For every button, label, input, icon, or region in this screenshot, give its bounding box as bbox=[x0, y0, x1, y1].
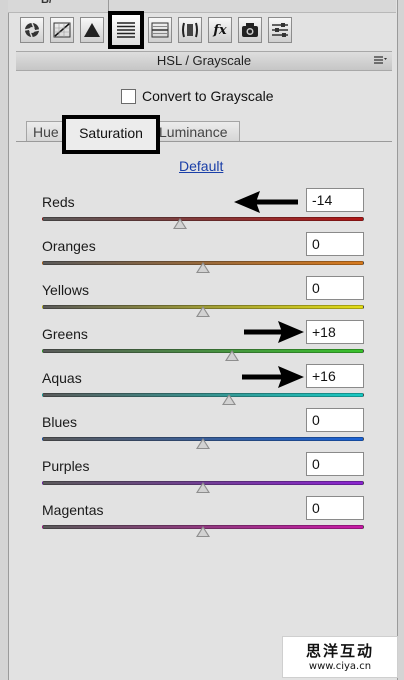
slider-label: Blues bbox=[42, 414, 78, 430]
slider-value-field[interactable]: 0 bbox=[306, 496, 364, 520]
tab-luminance[interactable]: Luminance bbox=[152, 121, 240, 141]
slider-thumb[interactable] bbox=[224, 350, 239, 361]
slider-label: Reds bbox=[42, 194, 75, 210]
slider-thumb[interactable] bbox=[196, 526, 210, 537]
slider-value-field[interactable]: -14 bbox=[306, 188, 364, 212]
hsl-bars-icon[interactable] bbox=[108, 11, 144, 49]
panel-header: HSL / Grayscale bbox=[16, 51, 392, 71]
slider-thumb[interactable] bbox=[196, 482, 210, 493]
slider-thumb[interactable] bbox=[196, 306, 210, 317]
slider-track[interactable] bbox=[42, 349, 364, 353]
tab-saturation[interactable]: Saturation bbox=[62, 115, 160, 154]
slider-value-field[interactable]: +18 bbox=[306, 320, 364, 344]
slider-label: Magentas bbox=[42, 502, 104, 518]
default-link[interactable]: Default bbox=[179, 158, 223, 174]
top-strip: B/ bbox=[8, 0, 396, 13]
watermark-url: www.ciya.cn bbox=[308, 661, 372, 672]
convert-grayscale-label: Convert to Grayscale bbox=[142, 88, 274, 104]
slider-row-magentas: Magentas 0 bbox=[42, 496, 366, 546]
panel-title: HSL / Grayscale bbox=[156, 53, 252, 68]
slider-value-field[interactable]: +16 bbox=[306, 364, 364, 388]
convert-grayscale-checkbox[interactable] bbox=[121, 88, 136, 104]
tab-luminance-label: Luminance bbox=[159, 124, 228, 140]
slider-thumb[interactable] bbox=[173, 218, 188, 229]
aperture-icon[interactable] bbox=[20, 17, 44, 43]
slider-label: Yellows bbox=[42, 282, 89, 298]
slider-value-field[interactable]: 0 bbox=[306, 232, 364, 256]
presets-sliders-icon[interactable] bbox=[268, 17, 292, 43]
lens-corrections-icon[interactable] bbox=[178, 17, 202, 43]
top-fragment-text: B/ bbox=[41, 0, 52, 6]
site-watermark: 思洋互动 www.ciya.cn bbox=[282, 636, 398, 678]
tone-curve-icon[interactable] bbox=[50, 17, 74, 43]
slider-label: Greens bbox=[42, 326, 88, 342]
panel-menu-icon[interactable] bbox=[374, 53, 388, 71]
slider-value-field[interactable]: 0 bbox=[306, 452, 364, 476]
tab-hue-label: Hue bbox=[33, 124, 59, 140]
annotation-arrow-right-icon bbox=[242, 366, 304, 388]
slider-label: Aquas bbox=[42, 370, 82, 386]
panel-toolbar: fx bbox=[16, 11, 392, 49]
convert-grayscale-option[interactable]: Convert to Grayscale bbox=[121, 88, 274, 104]
detail-triangle-icon[interactable] bbox=[80, 17, 104, 43]
slider-thumb[interactable] bbox=[221, 394, 236, 405]
slider-track[interactable] bbox=[42, 393, 364, 397]
slider-label: Purples bbox=[42, 458, 90, 474]
slider-thumb[interactable] bbox=[196, 262, 210, 273]
split-toning-icon[interactable] bbox=[148, 17, 172, 43]
annotation-arrow-right-icon bbox=[244, 321, 304, 343]
watermark-title: 思洋互动 bbox=[305, 642, 374, 660]
slider-thumb[interactable] bbox=[196, 438, 210, 449]
tab-saturation-label: Saturation bbox=[79, 125, 143, 141]
fx-icon[interactable]: fx bbox=[208, 17, 232, 43]
slider-value-field[interactable]: 0 bbox=[306, 408, 364, 432]
slider-label: Oranges bbox=[42, 238, 96, 254]
annotation-arrow-left-icon bbox=[234, 191, 298, 213]
camera-calibration-icon[interactable] bbox=[238, 17, 262, 43]
slider-value-field[interactable]: 0 bbox=[306, 276, 364, 300]
slider-track[interactable] bbox=[42, 217, 364, 221]
